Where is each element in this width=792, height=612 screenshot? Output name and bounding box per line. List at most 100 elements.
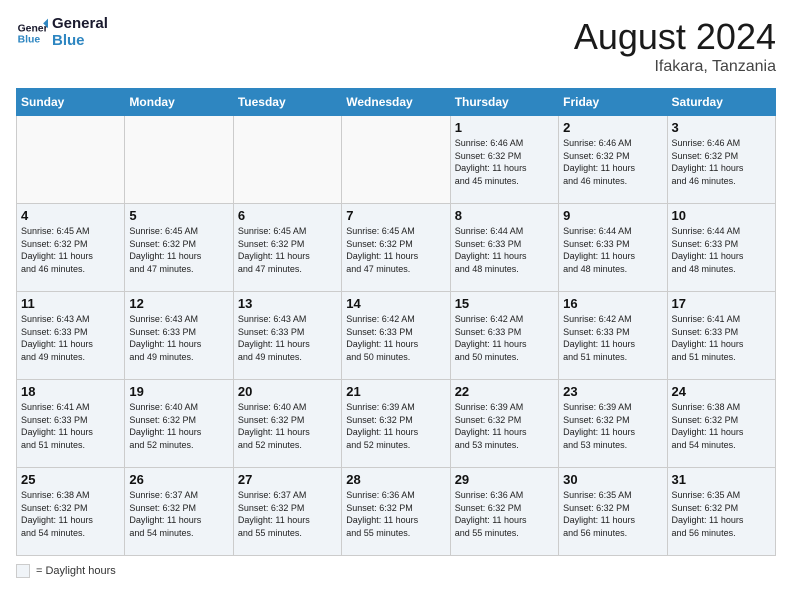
- legend-label: = Daylight hours: [36, 565, 116, 577]
- calendar-cell: 8 Sunrise: 6:44 AM Sunset: 6:33 PM Daylig…: [450, 204, 558, 292]
- calendar-cell: 18Sunrise: 6:41 AM Sunset: 6:33 PM Dayli…: [17, 380, 125, 468]
- calendar-cell: 5 Sunrise: 6:45 AM Sunset: 6:32 PM Daylig…: [125, 204, 233, 292]
- svg-text:General: General: [18, 23, 48, 34]
- calendar-cell: [17, 116, 125, 204]
- cell-info: Sunrise: 6:42 AM Sunset: 6:33 PM Dayligh…: [346, 313, 445, 363]
- day-number: 29: [455, 472, 554, 487]
- calendar-cell: 21 Sunrise: 6:39 AM Sunset: 6:32 PM Dayli…: [342, 380, 450, 468]
- calendar-cell: 3Sunrise: 6:46 AM Sunset: 6:32 PM Daylig…: [667, 116, 775, 204]
- svg-text:Blue: Blue: [18, 34, 41, 45]
- cell-info: Sunrise: 6:41 AM Sunset: 6:33 PM Dayligh…: [21, 401, 120, 451]
- day-number: 12: [129, 296, 228, 311]
- day-number: 7: [346, 208, 445, 223]
- cell-info: Sunrise: 6:43 AM Sunset: 6:33 PM Dayligh…: [129, 313, 228, 363]
- day-number: 9: [563, 208, 662, 223]
- cell-info: Sunrise: 6:43 AM Sunset: 6:33 PM Dayligh…: [21, 313, 120, 363]
- calendar-cell: [233, 116, 341, 204]
- cell-info: Sunrise: 6:35 AM Sunset: 6:32 PM Dayligh…: [672, 489, 771, 539]
- day-number: 24: [672, 384, 771, 399]
- weekday-header-wednesday: Wednesday: [342, 89, 450, 116]
- cell-info: Sunrise: 6:39 AM Sunset: 6:32 PM Dayligh…: [563, 401, 662, 451]
- cell-info: Sunrise: 6:43 AM Sunset: 6:33 PM Dayligh…: [238, 313, 337, 363]
- weekday-header-friday: Friday: [559, 89, 667, 116]
- cell-info: Sunrise: 6:40 AM Sunset: 6:32 PM Dayligh…: [238, 401, 337, 451]
- weekday-header-thursday: Thursday: [450, 89, 558, 116]
- page-header: General Blue General Blue August 2024 If…: [16, 16, 776, 76]
- cell-info: Sunrise: 6:45 AM Sunset: 6:32 PM Dayligh…: [346, 225, 445, 275]
- weekday-header-sunday: Sunday: [17, 89, 125, 116]
- day-number: 1: [455, 120, 554, 135]
- day-number: 3: [672, 120, 771, 135]
- day-number: 8: [455, 208, 554, 223]
- cell-info: Sunrise: 6:44 AM Sunset: 6:33 PM Dayligh…: [563, 225, 662, 275]
- day-number: 4: [21, 208, 120, 223]
- day-number: 25: [21, 472, 120, 487]
- cell-info: Sunrise: 6:45 AM Sunset: 6:32 PM Dayligh…: [21, 225, 120, 275]
- logo-text-blue: Blue: [52, 33, 108, 50]
- cell-info: Sunrise: 6:36 AM Sunset: 6:32 PM Dayligh…: [455, 489, 554, 539]
- cell-info: Sunrise: 6:44 AM Sunset: 6:33 PM Dayligh…: [672, 225, 771, 275]
- day-number: 20: [238, 384, 337, 399]
- day-number: 26: [129, 472, 228, 487]
- cell-info: Sunrise: 6:39 AM Sunset: 6:32 PM Dayligh…: [455, 401, 554, 451]
- calendar-cell: [342, 116, 450, 204]
- day-number: 6: [238, 208, 337, 223]
- calendar-cell: 12 Sunrise: 6:43 AM Sunset: 6:33 PM Dayli…: [125, 292, 233, 380]
- calendar-cell: 15 Sunrise: 6:42 AM Sunset: 6:33 PM Dayli…: [450, 292, 558, 380]
- calendar-cell: 10 Sunrise: 6:44 AM Sunset: 6:33 PM Dayli…: [667, 204, 775, 292]
- calendar-cell: 13 Sunrise: 6:43 AM Sunset: 6:33 PM Dayli…: [233, 292, 341, 380]
- cell-info: Sunrise: 6:42 AM Sunset: 6:33 PM Dayligh…: [455, 313, 554, 363]
- cell-info: Sunrise: 6:46 AM Sunset: 6:32 PM Dayligh…: [455, 137, 554, 187]
- calendar-cell: 1 Sunrise: 6:46 AM Sunset: 6:32 PM Daylig…: [450, 116, 558, 204]
- day-number: 31: [672, 472, 771, 487]
- legend: = Daylight hours: [16, 564, 776, 578]
- cell-info: Sunrise: 6:40 AM Sunset: 6:32 PM Dayligh…: [129, 401, 228, 451]
- calendar-week-row: 11 Sunrise: 6:43 AM Sunset: 6:33 PM Dayli…: [17, 292, 776, 380]
- cell-info: Sunrise: 6:41 AM Sunset: 6:33 PM Dayligh…: [672, 313, 771, 363]
- calendar-cell: 27Sunrise: 6:37 AM Sunset: 6:32 PM Dayli…: [233, 468, 341, 556]
- weekday-header-saturday: Saturday: [667, 89, 775, 116]
- calendar-cell: 20 Sunrise: 6:40 AM Sunset: 6:32 PM Dayli…: [233, 380, 341, 468]
- day-number: 17: [672, 296, 771, 311]
- calendar-cell: [125, 116, 233, 204]
- cell-info: Sunrise: 6:45 AM Sunset: 6:32 PM Dayligh…: [238, 225, 337, 275]
- weekday-header-row: SundayMondayTuesdayWednesdayThursdayFrid…: [17, 89, 776, 116]
- calendar-cell: 14Sunrise: 6:42 AM Sunset: 6:33 PM Dayli…: [342, 292, 450, 380]
- weekday-header-tuesday: Tuesday: [233, 89, 341, 116]
- day-number: 16: [563, 296, 662, 311]
- calendar-cell: 17 Sunrise: 6:41 AM Sunset: 6:33 PM Dayli…: [667, 292, 775, 380]
- calendar-week-row: 25 Sunrise: 6:38 AM Sunset: 6:32 PM Dayli…: [17, 468, 776, 556]
- calendar-cell: 28 Sunrise: 6:36 AM Sunset: 6:32 PM Dayli…: [342, 468, 450, 556]
- calendar-cell: 16Sunrise: 6:42 AM Sunset: 6:33 PM Dayli…: [559, 292, 667, 380]
- day-number: 30: [563, 472, 662, 487]
- day-number: 13: [238, 296, 337, 311]
- location: Ifakara, Tanzania: [574, 58, 776, 76]
- weekday-header-monday: Monday: [125, 89, 233, 116]
- cell-info: Sunrise: 6:44 AM Sunset: 6:33 PM Dayligh…: [455, 225, 554, 275]
- day-number: 11: [21, 296, 120, 311]
- logo: General Blue General Blue: [16, 16, 108, 49]
- calendar-cell: 4 Sunrise: 6:45 AM Sunset: 6:32 PM Daylig…: [17, 204, 125, 292]
- day-number: 19: [129, 384, 228, 399]
- day-number: 10: [672, 208, 771, 223]
- day-number: 15: [455, 296, 554, 311]
- cell-info: Sunrise: 6:46 AM Sunset: 6:32 PM Dayligh…: [563, 137, 662, 187]
- cell-info: Sunrise: 6:39 AM Sunset: 6:32 PM Dayligh…: [346, 401, 445, 451]
- month-year: August 2024: [574, 16, 776, 58]
- calendar-cell: 6 Sunrise: 6:45 AM Sunset: 6:32 PM Daylig…: [233, 204, 341, 292]
- calendar-cell: 31 Sunrise: 6:35 AM Sunset: 6:32 PM Dayli…: [667, 468, 775, 556]
- day-number: 2: [563, 120, 662, 135]
- calendar-cell: 7 Sunrise: 6:45 AM Sunset: 6:32 PM Daylig…: [342, 204, 450, 292]
- day-number: 28: [346, 472, 445, 487]
- day-number: 5: [129, 208, 228, 223]
- cell-info: Sunrise: 6:45 AM Sunset: 6:32 PM Dayligh…: [129, 225, 228, 275]
- cell-info: Sunrise: 6:38 AM Sunset: 6:32 PM Dayligh…: [21, 489, 120, 539]
- calendar-cell: 30Sunrise: 6:35 AM Sunset: 6:32 PM Dayli…: [559, 468, 667, 556]
- calendar-week-row: 1 Sunrise: 6:46 AM Sunset: 6:32 PM Daylig…: [17, 116, 776, 204]
- calendar-cell: 9 Sunrise: 6:44 AM Sunset: 6:33 PM Daylig…: [559, 204, 667, 292]
- calendar-table: SundayMondayTuesdayWednesdayThursdayFrid…: [16, 88, 776, 556]
- legend-box: [16, 564, 30, 578]
- calendar-cell: 19 Sunrise: 6:40 AM Sunset: 6:32 PM Dayli…: [125, 380, 233, 468]
- day-number: 21: [346, 384, 445, 399]
- cell-info: Sunrise: 6:36 AM Sunset: 6:32 PM Dayligh…: [346, 489, 445, 539]
